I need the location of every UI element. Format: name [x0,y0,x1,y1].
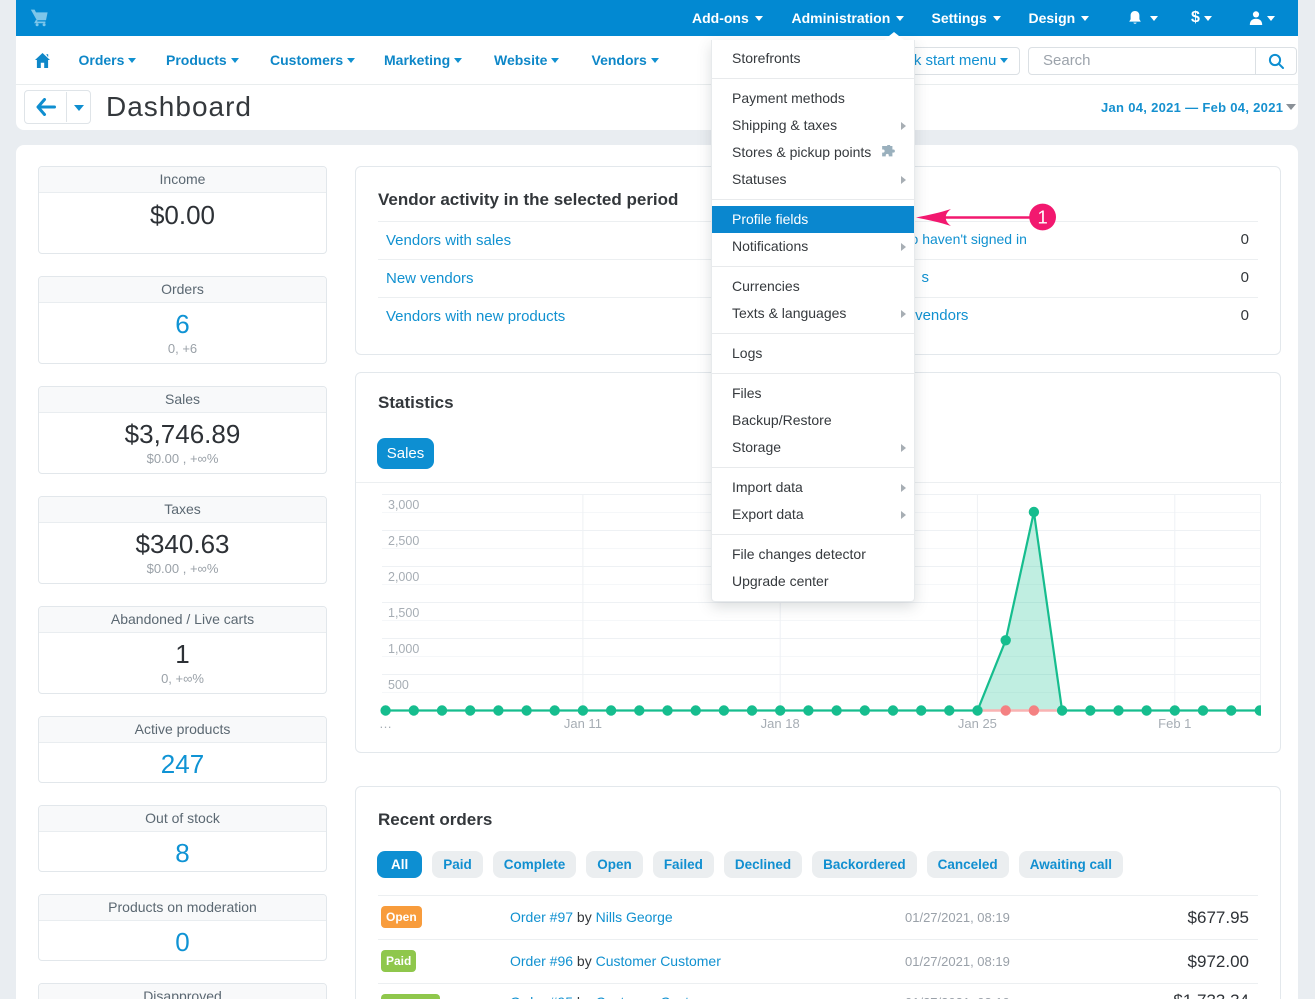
svg-text:1,500: 1,500 [388,606,419,620]
svg-text:Jan 11: Jan 11 [564,716,602,731]
svg-text:Feb 1: Feb 1 [1158,716,1191,731]
svg-text:2,000: 2,000 [388,570,419,584]
svg-text:Jan 25: Jan 25 [958,716,997,731]
svg-text:Jan 18: Jan 18 [761,716,800,731]
svg-text:1: 1 [1037,207,1047,228]
svg-text:2,500: 2,500 [388,534,419,548]
svg-text:500: 500 [388,678,409,692]
svg-text:…: … [379,716,392,731]
svg-text:1,000: 1,000 [388,642,419,656]
svg-text:3,000: 3,000 [388,498,419,512]
